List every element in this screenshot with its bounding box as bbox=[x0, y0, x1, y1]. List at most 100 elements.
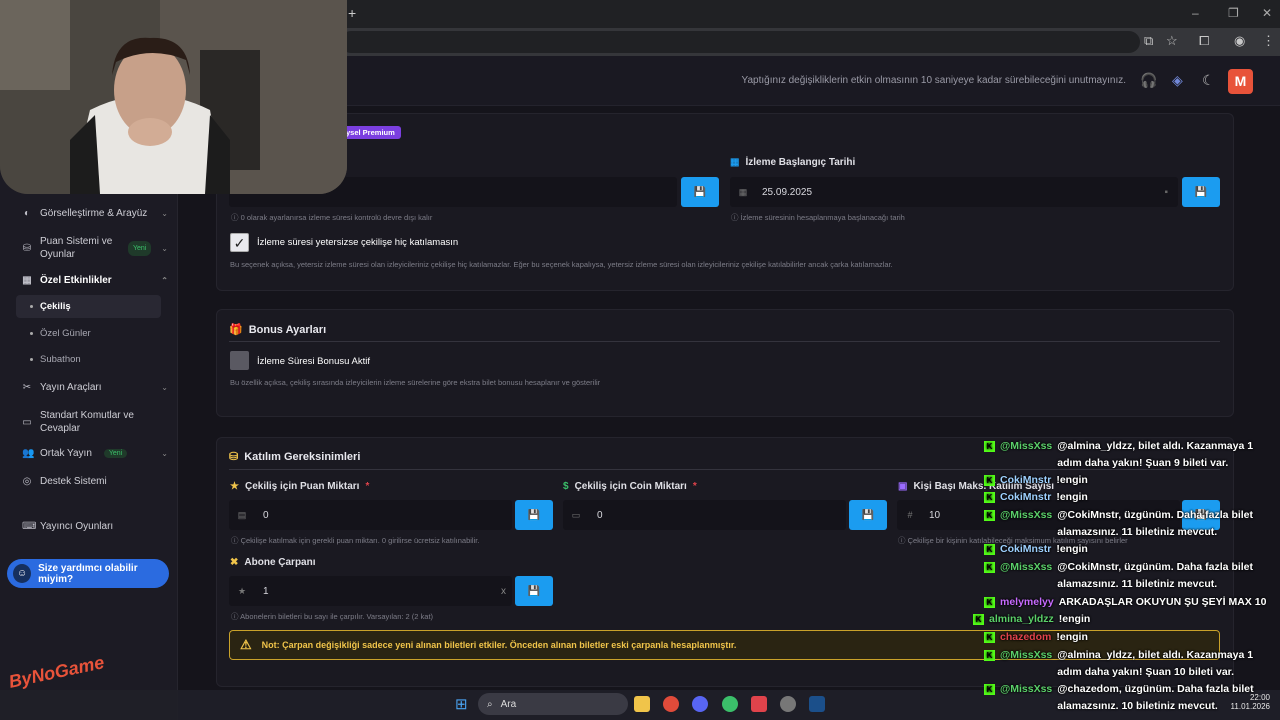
start-date-label: ▦ İzleme Başlangıç Tarihi bbox=[730, 157, 856, 168]
sidebar-item-standart-komutlar[interactable]: ▭ Standart Komutlar ve Cevaplar bbox=[22, 409, 168, 435]
steam-icon[interactable] bbox=[809, 696, 825, 712]
multiplier-input[interactable]: ★ 1 x bbox=[229, 576, 512, 606]
bonus-desc: Bu özellik açıksa, çekiliş sırasında izl… bbox=[230, 378, 601, 387]
windows-start-icon[interactable]: ⊞ bbox=[455, 695, 468, 713]
save-icon: 💾 bbox=[527, 509, 541, 521]
bonus-active-label: İzleme Süresi Bonusu Aktif bbox=[257, 356, 370, 367]
moon-icon[interactable]: ☾ bbox=[1202, 72, 1215, 89]
save-duration-button[interactable]: 💾 bbox=[681, 177, 719, 207]
insufficient-time-label: İzleme süresi yetersizse çekilişe hiç ka… bbox=[257, 237, 459, 248]
close-window-button[interactable]: ✕ bbox=[1262, 6, 1272, 20]
bonus-card-title: 🎁 Bonus Ayarları bbox=[229, 323, 327, 337]
save-coin-button[interactable]: 💾 bbox=[849, 500, 887, 530]
kick-icon: K bbox=[984, 492, 995, 503]
minimize-button[interactable]: – bbox=[1192, 6, 1199, 20]
date-picker-icon[interactable]: ▪ bbox=[1164, 187, 1168, 198]
save-icon: 💾 bbox=[527, 585, 541, 597]
chat-message: K chazedom !engin bbox=[984, 629, 1280, 646]
kick-icon: K bbox=[984, 597, 995, 608]
points-hint: ⓘ Çekilişe katılmak için gerekli puan mi… bbox=[231, 536, 480, 545]
insufficient-time-desc: Bu seçenek açıksa, yetersiz izleme süres… bbox=[230, 260, 893, 269]
chevron-down-icon: ⌄ bbox=[161, 449, 168, 458]
browser-menu-icon[interactable]: ⋮ bbox=[1262, 33, 1275, 49]
kick-icon: K bbox=[984, 650, 995, 661]
sidebar-sub-cekilis[interactable]: Çekiliş bbox=[30, 301, 71, 312]
points-label: ★ Çekiliş için Puan Miktarı * bbox=[230, 481, 370, 492]
sidebar-item-ozel-etkinlikler[interactable]: ▦ Özel Etkinlikler ⌃ bbox=[22, 275, 168, 286]
sidebar-item-yayin-araclari[interactable]: ✂ Yayın Araçları ⌄ bbox=[22, 382, 168, 393]
duration-hint: ⓘ 0 olarak ayarlanırsa izleme süresi kon… bbox=[231, 213, 433, 222]
insufficient-time-checkbox[interactable]: ✓ bbox=[230, 233, 249, 252]
chat-message: K @MissXss @almina_yldzz, bilet aldı. Ka… bbox=[984, 438, 1280, 472]
address-bar[interactable] bbox=[340, 31, 1140, 53]
star-icon: ★ bbox=[237, 585, 247, 596]
calendar-icon: ▦ bbox=[738, 186, 748, 197]
hash-icon: # bbox=[907, 510, 913, 520]
file-explorer-icon[interactable] bbox=[634, 696, 650, 712]
save-icon: 💾 bbox=[861, 509, 875, 521]
avatar[interactable]: M bbox=[1228, 69, 1253, 94]
chat-message: K CokiMnstr !engin bbox=[984, 472, 1280, 489]
save-icon: 💾 bbox=[1194, 186, 1208, 198]
sidebar-item-puan-sistemi[interactable]: ⛁ Puan Sistemi ve Oyunlar Yeni ⌄ bbox=[22, 235, 168, 261]
terminal-icon: ▭ bbox=[22, 416, 32, 428]
sidebar-item-ortak-yayin[interactable]: 👥 Ortak Yayın Yeni ⌄ bbox=[22, 448, 168, 459]
chat-message: K almina_yldzz !engin bbox=[973, 611, 1269, 628]
restore-button[interactable]: ❐ bbox=[1228, 6, 1239, 20]
users-icon: 👥 bbox=[22, 448, 35, 459]
sidebar-sub-subathon[interactable]: Subathon bbox=[30, 354, 81, 365]
new-tab-button[interactable]: + bbox=[348, 5, 356, 21]
chat-message: K melymelyy ARKADAŞLAR OKUYUN ŞU ŞEYİ MA… bbox=[984, 594, 1280, 611]
kick-icon: K bbox=[984, 684, 995, 695]
coin-input[interactable]: ▭ 0 bbox=[563, 500, 846, 530]
help-chat-button[interactable]: ☺ Size yardımcı olabilir miyim? bbox=[7, 559, 169, 588]
money-icon: ▭ bbox=[571, 509, 581, 520]
save-points-button[interactable]: 💾 bbox=[515, 500, 553, 530]
header-note: Yaptığınız değişikliklerin etkin olmasın… bbox=[741, 75, 1126, 86]
cast-icon[interactable]: ⧉ bbox=[1144, 33, 1153, 49]
chrome-icon[interactable] bbox=[663, 696, 679, 712]
calendar-icon: ▦ bbox=[730, 157, 740, 168]
sidebar-item-yayinci-oyunlari[interactable]: ⌨ Yayıncı Oyunları bbox=[22, 521, 168, 532]
coins-icon: ▤ bbox=[237, 509, 247, 520]
chat-message: K @MissXss @CokiMnstr, üzgünüm. Daha faz… bbox=[984, 559, 1280, 593]
sidebar-sub-ozel-gunler[interactable]: Özel Günler bbox=[30, 328, 91, 339]
extensions-icon[interactable]: ⧠ bbox=[1199, 33, 1209, 49]
points-input[interactable]: ▤ 0 bbox=[229, 500, 512, 530]
multiplier-label: ✖ Abone Çarpanı bbox=[230, 557, 316, 568]
bonus-active-checkbox[interactable] bbox=[230, 351, 249, 370]
ticket-icon: ▣ bbox=[898, 481, 908, 492]
bookmark-star-icon[interactable]: ☆ bbox=[1166, 33, 1178, 49]
gift-icon: 🎁 bbox=[229, 324, 243, 336]
save-date-button[interactable]: 💾 bbox=[1182, 177, 1220, 207]
taskbar-search[interactable]: ⌕ Ara bbox=[478, 693, 628, 715]
kick-icon: K bbox=[984, 441, 995, 452]
calendar-icon: ▦ bbox=[22, 275, 32, 286]
sidebar-item-destek-sistemi[interactable]: ◎ Destek Sistemi bbox=[22, 476, 168, 487]
profile-icon[interactable]: ◉ bbox=[1234, 33, 1245, 49]
kick-icon: K bbox=[984, 562, 995, 573]
kick-icon: K bbox=[984, 632, 995, 643]
warning-icon: ⚠ bbox=[240, 637, 252, 652]
start-date-input[interactable]: ▦ 25.09.2025 ▪ bbox=[730, 177, 1178, 207]
discord-taskbar-icon[interactable] bbox=[692, 696, 708, 712]
search-icon: ⌕ bbox=[487, 698, 493, 710]
premium-badge: ysel Premium bbox=[340, 126, 401, 139]
sidebar-item-gorsellestirme[interactable]: ◐ Görselleştirme & Arayüz ⌄ bbox=[22, 208, 168, 219]
chevron-down-icon: ⌄ bbox=[161, 243, 168, 253]
kick-icon: K bbox=[984, 544, 995, 555]
headset-icon[interactable]: 🎧 bbox=[1140, 72, 1157, 89]
new-badge: Yeni bbox=[128, 240, 152, 256]
save-icon: 💾 bbox=[693, 186, 707, 198]
webcam-feed bbox=[0, 0, 347, 194]
chat-message: K CokiMnstr !engin bbox=[984, 541, 1280, 558]
chat-message: K @MissXss @CokiMnstr, üzgünüm. Daha faz… bbox=[984, 507, 1280, 541]
discord-icon[interactable]: ◈ bbox=[1172, 72, 1183, 89]
obs-icon[interactable] bbox=[780, 696, 796, 712]
multiplier-hint: ⓘ Abonelerin biletleri bu sayı ile çarpı… bbox=[231, 612, 434, 621]
save-multiplier-button[interactable]: 💾 bbox=[515, 576, 553, 606]
app-icon[interactable] bbox=[751, 696, 767, 712]
join-card-title: ⛁ Katılım Gereksinimleri bbox=[229, 450, 361, 464]
whatsapp-icon[interactable] bbox=[722, 696, 738, 712]
coins-icon: ⛁ bbox=[229, 451, 239, 463]
